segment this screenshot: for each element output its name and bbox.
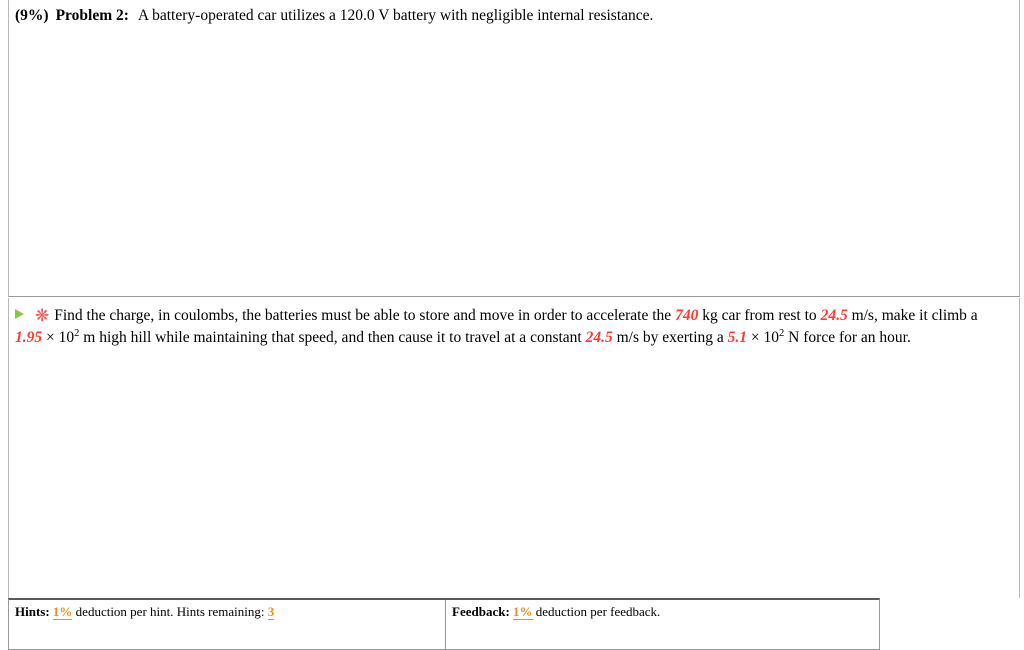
play-triangle-icon[interactable] bbox=[15, 309, 24, 319]
stem-text-5: m high hill while maintaining that speed… bbox=[79, 329, 586, 346]
value-car-mass: 740 bbox=[675, 307, 699, 324]
hints-text: deduction per hint. Hints remaining: bbox=[72, 604, 268, 619]
hints-cell: Hints: 1% deduction per hint. Hints rema… bbox=[9, 600, 446, 649]
problem-header: (9%) Problem 2: A battery-operated car uti… bbox=[9, 0, 1019, 27]
value-force: 5.1 bbox=[727, 329, 748, 346]
hints-remaining-value: 3 bbox=[267, 604, 275, 620]
problem-statement-block: (9%) Problem 2: A battery-operated car uti… bbox=[8, 0, 1020, 297]
feedback-label: Feedback: bbox=[452, 604, 510, 619]
stem-text-1: Find the charge, in coulombs, the batter… bbox=[54, 307, 676, 324]
feedback-deduction-pct: 1% bbox=[513, 604, 533, 620]
value-hill-height: 1.95 bbox=[15, 329, 43, 346]
hints-feedback-footer: Hints: 1% deduction per hint. Hints rema… bbox=[8, 598, 880, 650]
feedback-text: deduction per feedback. bbox=[532, 604, 661, 619]
question-part-block: ❋ Find the charge, in coulombs, the batte… bbox=[8, 298, 1020, 598]
problem-weight: (9%) bbox=[15, 7, 49, 24]
problem-page: (9%) Problem 2: A battery-operated car uti… bbox=[0, 0, 1024, 650]
hints-label: Hints: bbox=[15, 604, 50, 619]
value-speed-2: 24.5 bbox=[585, 329, 613, 346]
stem-text-7: × 10 bbox=[747, 329, 780, 346]
value-speed-1: 24.5 bbox=[820, 307, 848, 324]
hints-deduction-pct: 1% bbox=[52, 604, 73, 620]
problem-text: A battery-operated car utilizes a 120.0 … bbox=[137, 7, 654, 24]
stem-text-8: N force for an hour. bbox=[784, 329, 911, 346]
stem-text-4: × 10 bbox=[42, 329, 75, 346]
stem-text-3: m/s, make it climb a bbox=[847, 307, 978, 324]
question-stem: ❋ Find the charge, in coulombs, the batte… bbox=[9, 298, 1009, 349]
feedback-cell: Feedback: 1% deduction per feedback. bbox=[446, 600, 879, 649]
red-asterisk-icon: ❋ bbox=[35, 306, 50, 326]
problem-label: Problem 2: bbox=[55, 7, 129, 24]
stem-text-6: m/s by exerting a bbox=[612, 329, 728, 346]
stem-text-2: kg car from rest to bbox=[698, 307, 821, 324]
